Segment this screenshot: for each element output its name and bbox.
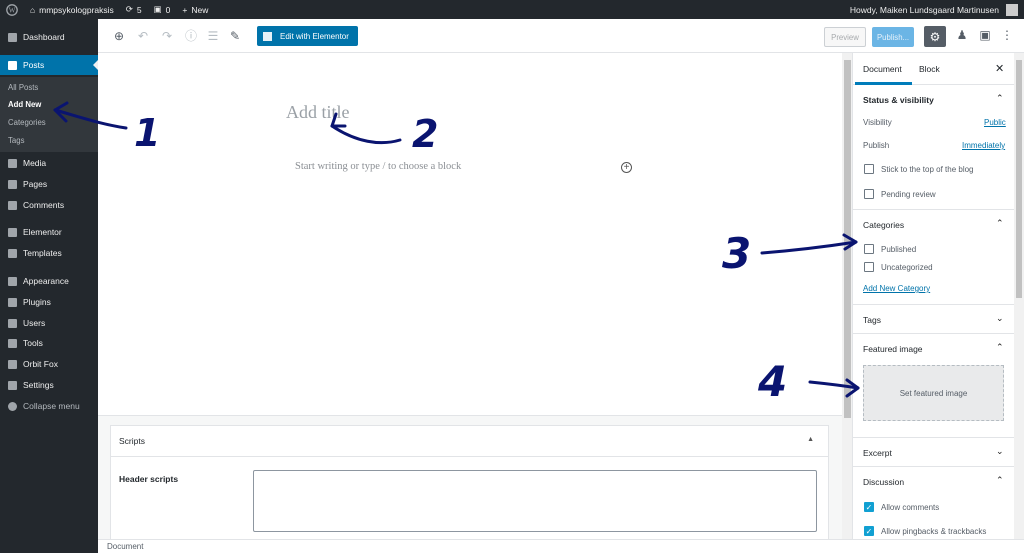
annotation-arrowhead-2 bbox=[330, 112, 347, 128]
annotation-number-2: 2 bbox=[412, 112, 438, 156]
annotation-number-1: 1 bbox=[134, 111, 160, 155]
annotation-number-3: 3 bbox=[722, 229, 751, 278]
annotation-layer: 1 2 3 4 bbox=[53, 101, 860, 406]
annotation-arrow-3 bbox=[760, 240, 858, 255]
annotation-arrow-2 bbox=[330, 124, 402, 145]
annotation-number-4: 4 bbox=[757, 357, 787, 406]
